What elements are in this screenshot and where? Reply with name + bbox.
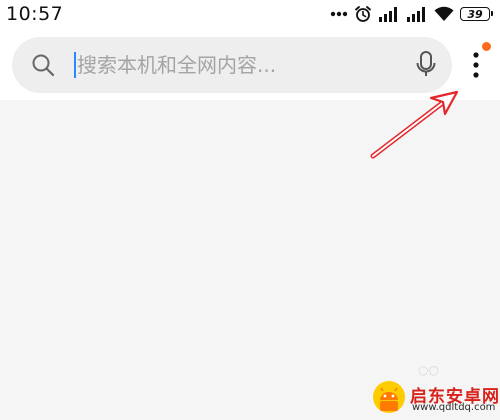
more-dots-icon [330, 11, 348, 17]
battery-level: 39 [467, 7, 483, 21]
watermark-url: www.qdltdq.com [412, 402, 496, 413]
android-robot-logo [372, 378, 406, 420]
alarm-icon [354, 5, 372, 23]
signal-icon-2 [406, 6, 428, 22]
more-menu-button[interactable] [458, 38, 496, 90]
search-input[interactable]: 搜索本机和全网内容... [77, 51, 276, 79]
status-bar: 10:57 39 [0, 0, 500, 30]
text-cursor [74, 52, 76, 78]
search-bar[interactable]: 搜索本机和全网内容... [12, 37, 452, 93]
signal-icon [378, 6, 400, 22]
arrow-annotation [365, 88, 465, 167]
microphone-icon[interactable] [415, 50, 437, 84]
watermark: 启东安卓网 www.qdltdq.com [372, 372, 500, 419]
notification-dot [482, 42, 491, 51]
search-icon [31, 53, 55, 81]
status-icons: 39 [330, 4, 493, 24]
status-time: 10:57 [6, 3, 64, 25]
more-vertical-icon [473, 52, 479, 82]
wifi-icon [434, 6, 454, 22]
battery-icon: 39 [460, 7, 493, 21]
header-area: 10:57 39 搜索本机和全网内容... [0, 0, 500, 100]
